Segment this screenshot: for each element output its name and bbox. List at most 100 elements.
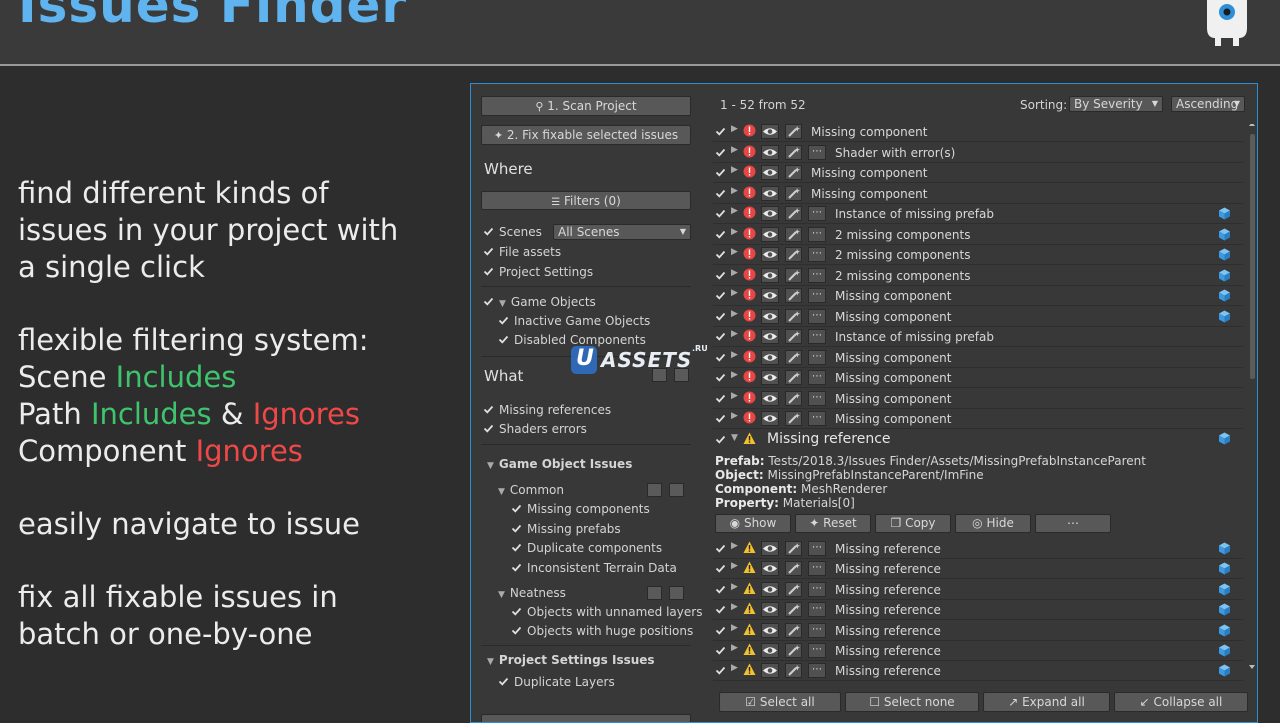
check-icon[interactable] [715, 372, 726, 383]
wand-icon[interactable] [785, 541, 802, 556]
more-icon[interactable]: ⋯ [808, 226, 826, 242]
expand-arrow-icon[interactable]: ▶ [731, 309, 738, 319]
check-icon[interactable] [715, 167, 726, 178]
more-icon[interactable]: ⋯ [808, 541, 826, 556]
show-button[interactable]: ◉ Show [715, 514, 791, 533]
wand-icon[interactable] [785, 411, 802, 426]
fix-selected-button[interactable]: ✦ 2. Fix fixable selected issues [481, 125, 691, 145]
wand-icon[interactable] [785, 288, 802, 303]
prefab-cube-icon[interactable] [1218, 228, 1231, 241]
wand-icon[interactable] [785, 247, 802, 262]
more-icon[interactable]: ⋯ [808, 561, 826, 577]
expand-arrow-icon[interactable]: ▶ [731, 602, 738, 612]
game-objects-toggle[interactable]: ▼ Game Objects [483, 295, 596, 309]
scenes-toggle[interactable]: Scenes [483, 225, 542, 239]
expand-arrow-icon[interactable]: ▶ [731, 391, 738, 401]
prefab-cube-icon[interactable] [1218, 310, 1231, 323]
more-icon[interactable]: ⋯ [808, 349, 826, 365]
wand-icon[interactable] [785, 622, 802, 638]
eye-icon[interactable] [761, 643, 779, 658]
wand-icon[interactable] [785, 144, 802, 160]
eye-icon[interactable] [761, 144, 779, 160]
expand-arrow-icon[interactable]: ▶ [731, 350, 738, 360]
inconsistent-terrain-toggle[interactable]: Inconsistent Terrain Data [511, 561, 677, 575]
wand-icon[interactable] [785, 663, 802, 679]
prefab-cube-icon[interactable] [1218, 664, 1231, 677]
eye-icon[interactable] [761, 622, 779, 638]
expand-arrow-icon[interactable]: ▶ [731, 165, 738, 175]
eye-icon[interactable] [761, 206, 779, 221]
eye-icon[interactable] [761, 288, 779, 303]
more-icon[interactable]: ⋯ [808, 288, 826, 303]
eye-icon[interactable] [761, 411, 779, 426]
more-icon[interactable]: ⋯ [808, 329, 826, 344]
scrollbar[interactable] [1247, 124, 1257, 669]
eye-icon[interactable] [761, 124, 779, 139]
wand-icon[interactable] [785, 349, 802, 365]
expand-arrow-icon[interactable]: ▶ [731, 247, 738, 257]
clear-checks-icon[interactable] [669, 586, 684, 600]
issue-row[interactable]: ▶ ⋯ 2 missing components [713, 225, 1243, 245]
missing-references-toggle[interactable]: Missing references [483, 403, 611, 417]
check-icon[interactable] [715, 249, 726, 260]
wand-icon[interactable] [785, 370, 802, 385]
wand-icon[interactable] [785, 165, 802, 180]
check-icon[interactable] [715, 413, 726, 424]
wand-icon[interactable] [785, 390, 802, 406]
prefab-cube-icon[interactable] [1218, 603, 1231, 616]
issue-row[interactable]: ▶ ⋯ Missing reference [713, 539, 1243, 559]
sort-order-select[interactable]: Ascending ▼ [1171, 96, 1245, 112]
check-icon[interactable] [715, 665, 726, 676]
check-icon[interactable] [715, 352, 726, 363]
check-icon[interactable] [715, 229, 726, 240]
expand-arrow-icon[interactable]: ▶ [731, 206, 738, 216]
wand-icon[interactable] [785, 226, 802, 242]
check-icon[interactable] [715, 331, 726, 342]
prefab-cube-icon[interactable] [1218, 432, 1231, 445]
prefab-cube-icon[interactable] [1218, 207, 1231, 220]
eye-icon[interactable] [761, 390, 779, 406]
reset-button[interactable] [481, 714, 691, 722]
reset-issue-button[interactable]: ✦ Reset [795, 514, 871, 533]
more-icon[interactable]: ⋯ [808, 267, 826, 283]
more-icon[interactable]: ⋯ [808, 247, 826, 262]
eye-icon[interactable] [761, 267, 779, 283]
select-all-checks-icon[interactable] [647, 586, 662, 600]
issue-row[interactable]: ▶ ⋯ Missing reference [713, 641, 1243, 661]
more-icon[interactable]: ⋯ [808, 622, 826, 638]
expand-arrow-icon[interactable]: ▶ [731, 186, 738, 196]
check-icon[interactable] [715, 584, 726, 595]
issue-row[interactable]: ▶ ⋯ Missing component [713, 368, 1243, 388]
more-icon[interactable]: ⋯ [808, 390, 826, 406]
prefab-cube-icon[interactable] [1218, 289, 1231, 302]
check-icon[interactable] [715, 208, 726, 219]
eye-icon[interactable] [761, 247, 779, 262]
wand-icon[interactable] [785, 206, 802, 221]
expand-arrow-icon[interactable]: ▶ [731, 561, 738, 571]
game-object-issues-foldout[interactable]: ▼ Game Object Issues [487, 457, 632, 471]
eye-icon[interactable] [761, 185, 779, 201]
check-icon[interactable] [715, 625, 726, 636]
eye-icon[interactable] [761, 165, 779, 180]
wand-icon[interactable] [785, 329, 802, 344]
expand-arrow-icon[interactable]: ▶ [731, 663, 738, 673]
expand-arrow-icon[interactable]: ▶ [731, 227, 738, 237]
duplicate-components-toggle[interactable]: Duplicate components [511, 541, 662, 555]
expand-arrow-icon[interactable]: ▶ [731, 541, 738, 551]
select-all-button[interactable]: ☑ Select all [719, 692, 841, 712]
issue-row[interactable]: ▶ Missing component [713, 184, 1243, 204]
expand-arrow-icon[interactable]: ▶ [731, 329, 738, 339]
more-icon[interactable]: ⋯ [808, 643, 826, 658]
issue-row[interactable]: ▶ ⋯ Missing reference [713, 661, 1243, 682]
prefab-cube-icon[interactable] [1218, 269, 1231, 282]
issue-row[interactable]: ▶ ⋯ Instance of missing prefab [713, 327, 1243, 347]
check-icon[interactable] [715, 543, 726, 554]
issue-row[interactable]: ▶ ⋯ Missing reference [713, 600, 1243, 621]
prefab-cube-icon[interactable] [1218, 583, 1231, 596]
more-icon[interactable]: ⋯ [808, 144, 826, 160]
clear-checks-icon[interactable] [669, 483, 684, 497]
eye-icon[interactable] [761, 581, 779, 597]
expand-arrow-icon[interactable]: ▼ [731, 433, 738, 443]
prefab-cube-icon[interactable] [1218, 624, 1231, 637]
more-icon[interactable]: ⋯ [808, 602, 826, 618]
